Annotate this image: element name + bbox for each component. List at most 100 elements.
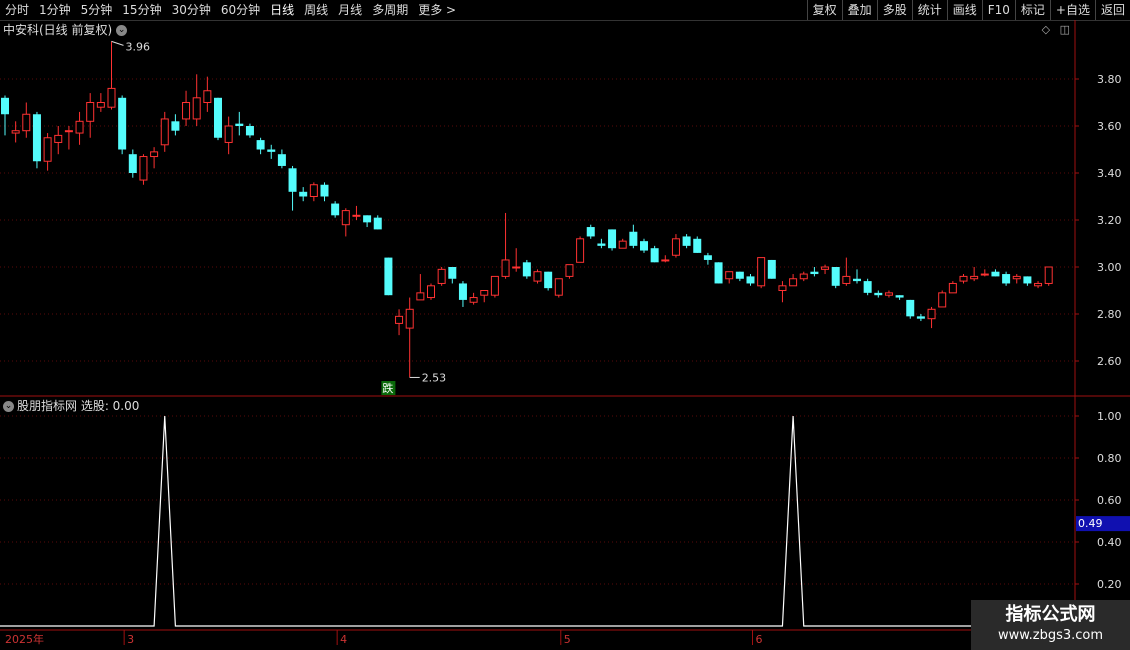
candle-body <box>11 130 20 134</box>
price-tick-label: 3.00 <box>1097 261 1122 274</box>
candle-body <box>618 240 627 249</box>
candle-body <box>533 271 542 282</box>
candle-body <box>139 156 148 181</box>
candle-body <box>427 285 435 299</box>
indicator-header: ⌄ 股朋指标网 选股: 0.00 <box>3 398 139 414</box>
candle-body <box>778 285 787 291</box>
month-label: 5 <box>564 633 571 646</box>
candle-body <box>235 123 244 126</box>
candle-body <box>714 262 723 284</box>
candle-body <box>107 87 116 108</box>
candle-body <box>405 308 414 329</box>
candle-body <box>469 297 478 303</box>
price-tick-label: 3.40 <box>1097 167 1122 180</box>
candle-body <box>565 264 574 277</box>
candle-body <box>948 282 957 294</box>
candle-body <box>863 281 872 293</box>
high-marker-line <box>111 40 124 46</box>
candle-body <box>703 255 712 260</box>
price-tick-label: 2.80 <box>1097 308 1122 321</box>
candle-body <box>927 308 936 320</box>
candle-body <box>75 120 84 134</box>
candle-body <box>118 97 127 150</box>
candle-body <box>1034 282 1043 287</box>
candle-body <box>661 259 670 262</box>
month-label: 6 <box>756 633 763 646</box>
candle-body <box>320 184 329 197</box>
indicator-tick-label: 0.80 <box>1097 452 1122 465</box>
candle-body <box>980 273 989 276</box>
watermark-title: 指标公式网 <box>1005 604 1096 625</box>
candle-body <box>810 271 819 275</box>
candle-body <box>331 203 340 216</box>
candle-body <box>895 295 904 298</box>
candle-body <box>576 238 585 263</box>
candle-body <box>1012 275 1021 280</box>
candle-body <box>224 125 233 143</box>
candle-body <box>991 271 1000 277</box>
kline-chart[interactable]: 3.80 3.60 3.40 3.20 3.00 2.80 2.60 1.00 0.80 0.60… <box>0 0 1130 650</box>
candle-body <box>831 267 840 286</box>
candle-body <box>671 238 680 256</box>
candle-body <box>906 299 915 317</box>
candle-body <box>192 97 201 120</box>
candle-body <box>789 278 798 287</box>
candle-body <box>938 292 947 308</box>
candle-body <box>171 121 180 131</box>
candle-body <box>650 248 659 263</box>
candle-body <box>735 271 744 279</box>
candle-body <box>373 217 382 230</box>
indicator-line <box>0 415 1075 627</box>
candle-body <box>448 267 457 279</box>
candle-body <box>160 118 169 146</box>
candle-body <box>309 184 318 197</box>
low-price-label: 2.53 <box>422 371 447 384</box>
chevron-down-icon[interactable]: ⌄ <box>3 401 14 412</box>
candle-body <box>682 236 691 246</box>
watermark-url: www.zbgs3.com <box>997 628 1104 643</box>
candle-body <box>480 290 489 296</box>
candle-body <box>693 238 702 253</box>
candle-body <box>725 271 734 280</box>
candle-body <box>959 275 968 282</box>
candle-body <box>522 262 531 277</box>
price-tick-label: 3.60 <box>1097 120 1122 133</box>
candle-body <box>150 151 159 158</box>
candle-body <box>586 227 595 237</box>
candle-body <box>1044 266 1053 284</box>
price-tick-label: 3.80 <box>1097 73 1122 86</box>
candle-body <box>458 283 467 300</box>
candle-body <box>767 259 776 279</box>
month-label: 4 <box>340 633 347 646</box>
indicator-tick-label: 0.40 <box>1097 536 1122 549</box>
signal-label: 跌 <box>382 381 393 395</box>
candle-body <box>256 140 265 150</box>
candle-body <box>203 90 212 103</box>
candle-body <box>757 257 766 287</box>
candle-body <box>384 257 393 296</box>
indicator-tick-label: 0.60 <box>1097 494 1122 507</box>
candle-body <box>395 315 404 324</box>
candle-body <box>490 275 499 296</box>
candle-body <box>544 271 553 289</box>
price-tick-label: 3.20 <box>1097 214 1122 227</box>
watermark: 指标公式网 www.zbgs3.com <box>971 600 1130 650</box>
cursor-value-label: 0.49 <box>1078 517 1103 530</box>
candle-body <box>54 134 63 143</box>
candle-body <box>96 102 105 108</box>
candle-body <box>341 210 350 226</box>
indicator-title: 股朋指标网 选股: 0.00 <box>17 399 140 413</box>
candle-body <box>821 266 830 270</box>
candle-body <box>416 292 425 301</box>
candle-body <box>363 215 372 223</box>
candle-body <box>214 97 222 138</box>
candle-body <box>799 273 808 280</box>
candle-body <box>1002 274 1011 284</box>
candle-body <box>554 278 563 296</box>
candle-body <box>853 278 861 282</box>
candle-body <box>22 113 31 132</box>
candle-body <box>288 168 297 192</box>
candle-body <box>512 266 521 269</box>
candle-body <box>970 275 979 280</box>
candle-body <box>1023 276 1032 284</box>
